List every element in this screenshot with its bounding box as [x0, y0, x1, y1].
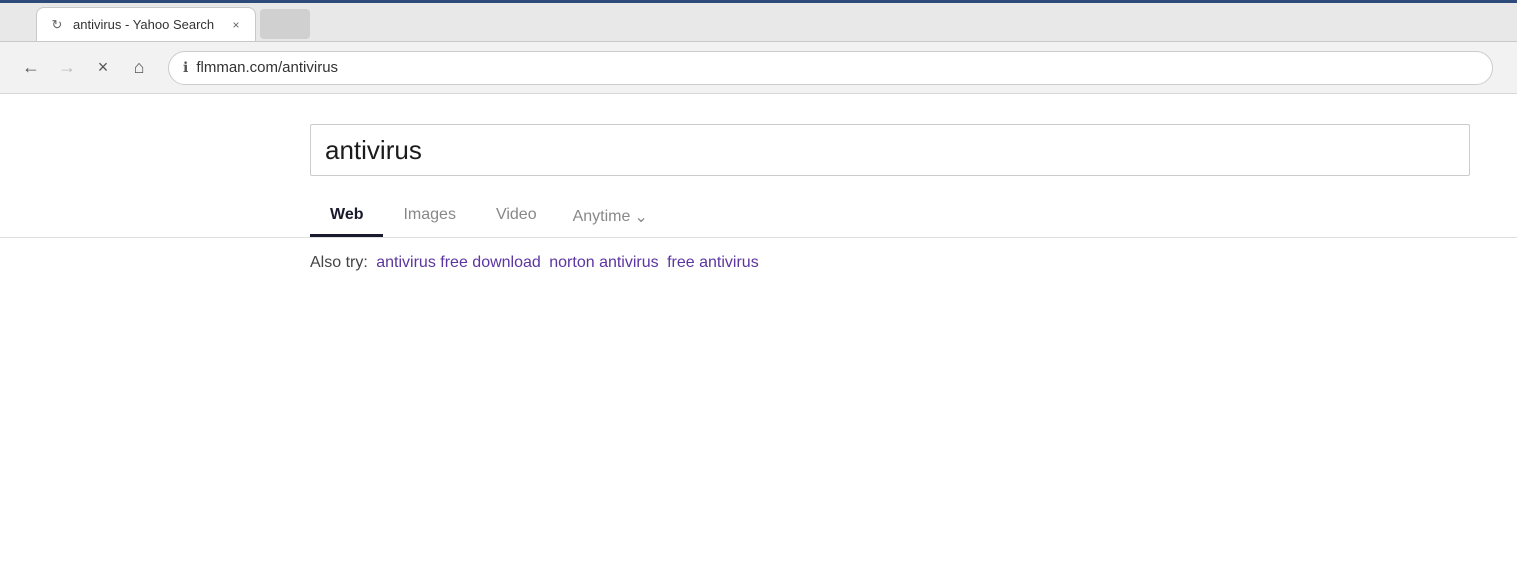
tab-anytime-dropdown[interactable]: Anytime ⌄ [557, 197, 664, 237]
reload-button[interactable]: × [88, 53, 118, 83]
page-content: antivirus Web Images Video Anytime ⌄ Als… [0, 94, 1517, 565]
search-query-text: antivirus [325, 135, 422, 166]
forward-button[interactable]: → [52, 53, 82, 83]
tab-favicon-icon: ↻ [49, 17, 65, 33]
search-box[interactable]: antivirus [310, 124, 1470, 176]
tab-images[interactable]: Images [383, 196, 475, 237]
address-bar[interactable]: ℹ flmman.com/antivirus [168, 51, 1493, 85]
new-tab-button[interactable] [260, 9, 310, 39]
tab-bar: ↻ antivirus - Yahoo Search × [0, 0, 1517, 42]
also-try-bar: Also try: antivirus free download norton… [0, 238, 1517, 272]
back-button[interactable]: ← [16, 53, 46, 83]
active-tab[interactable]: ↻ antivirus - Yahoo Search × [36, 7, 256, 41]
filter-tabs-bar: Web Images Video Anytime ⌄ [0, 176, 1517, 238]
tab-web[interactable]: Web [310, 196, 383, 237]
tab-title: antivirus - Yahoo Search [73, 17, 219, 32]
info-icon: ℹ [183, 59, 188, 76]
also-try-link-3[interactable]: free antivirus [667, 254, 759, 271]
url-text: flmman.com/antivirus [196, 59, 1478, 76]
chevron-down-icon: ⌄ [634, 207, 647, 227]
home-button[interactable]: ⌂ [124, 53, 154, 83]
tab-close-button[interactable]: × [227, 16, 245, 34]
also-try-link-1[interactable]: antivirus free download [376, 254, 541, 271]
search-area: antivirus [0, 94, 1517, 176]
also-try-prefix: Also try: [310, 254, 368, 271]
tab-video[interactable]: Video [476, 196, 557, 237]
browser-frame: ↻ antivirus - Yahoo Search × ← → × ⌂ ℹ f… [0, 0, 1517, 565]
navigation-bar: ← → × ⌂ ℹ flmman.com/antivirus [0, 42, 1517, 94]
also-try-link-2[interactable]: norton antivirus [549, 254, 658, 271]
